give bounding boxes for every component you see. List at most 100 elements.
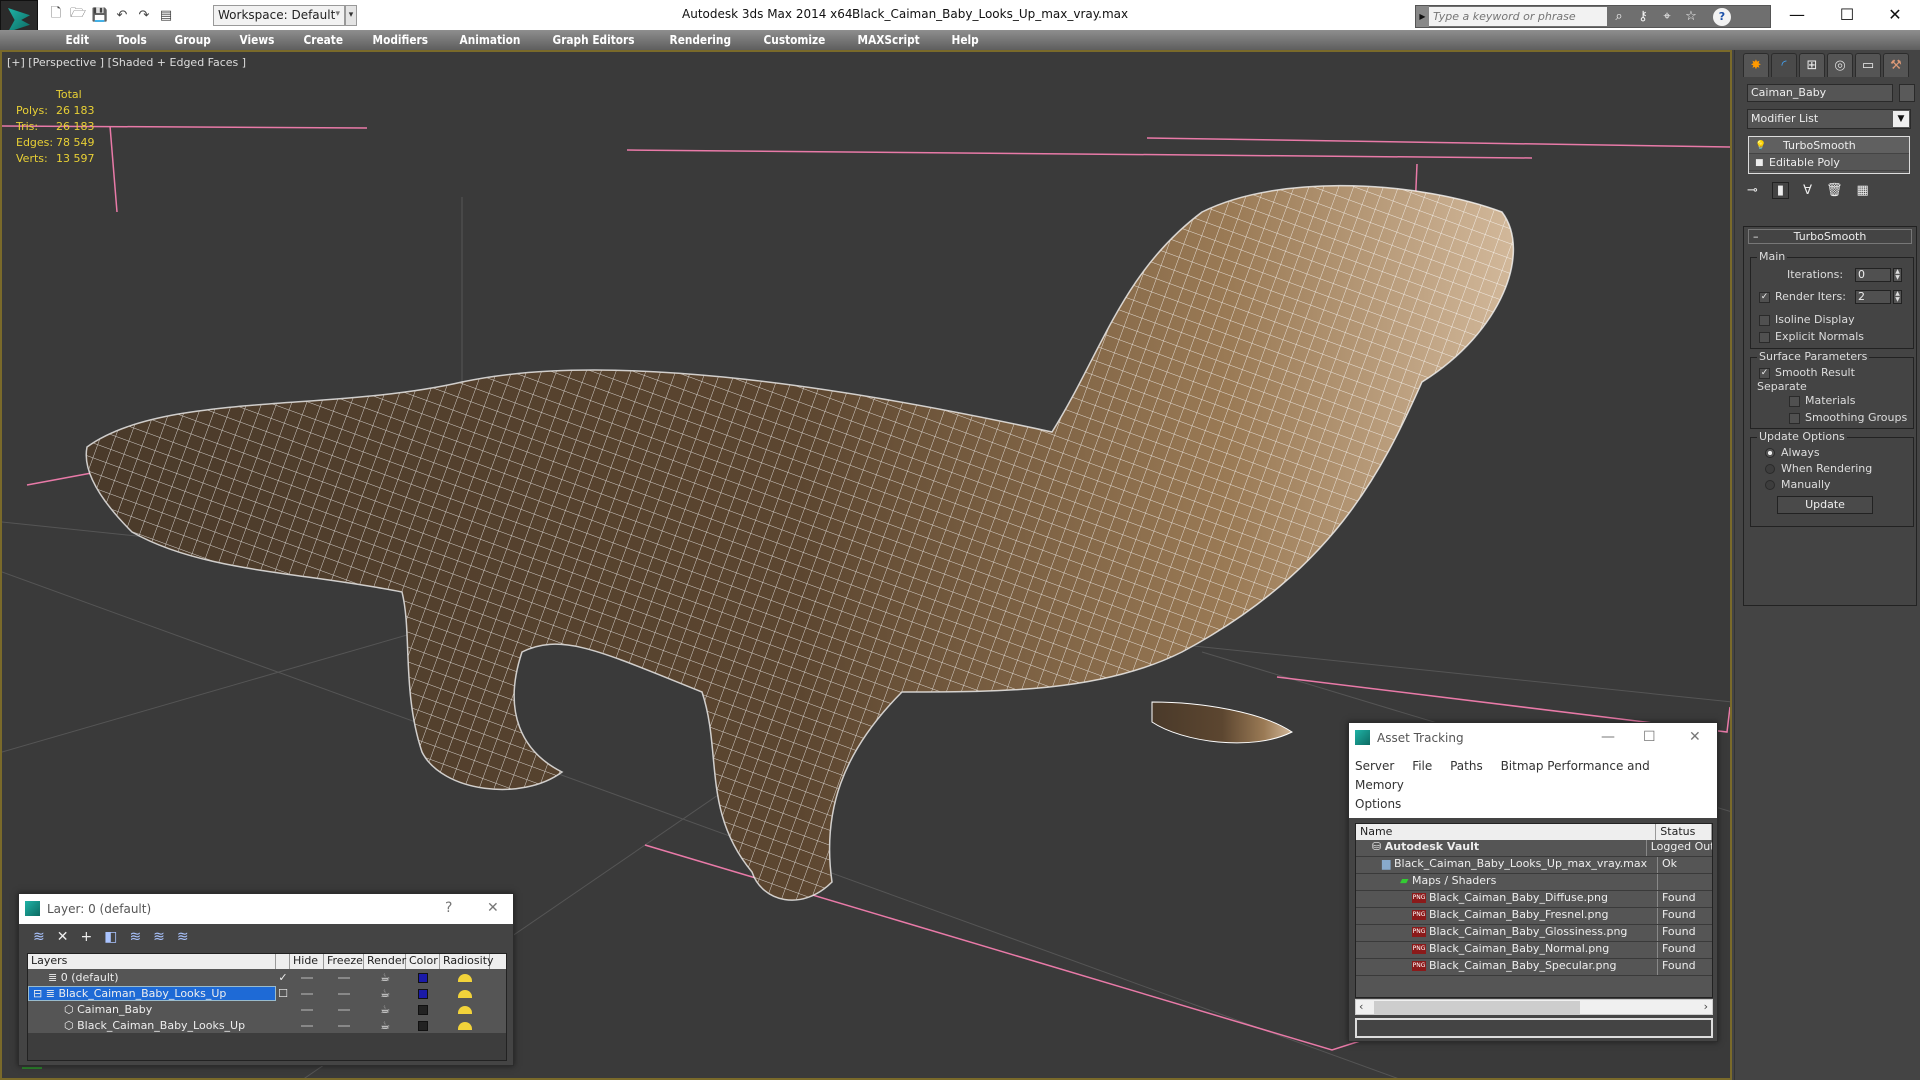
materials-checkbox[interactable] — [1789, 395, 1800, 407]
menu-customize[interactable]: Customize — [753, 30, 836, 50]
stack-item-turbosmooth[interactable]: 💡 TurboSmooth — [1749, 137, 1909, 154]
project-folder-icon[interactable]: ▤ — [158, 7, 174, 23]
modify-tab[interactable]: ◜ — [1771, 53, 1797, 77]
menu-bitmap-performance[interactable]: Bitmap Performance and Memory — [1355, 759, 1650, 792]
expand-icon[interactable]: ▶ — [1416, 6, 1429, 27]
rollout-header[interactable]: – TurboSmooth — [1748, 229, 1912, 244]
motion-tab[interactable]: ◎ — [1827, 53, 1853, 77]
configure-sets-icon[interactable]: ▦ — [1856, 183, 1868, 198]
menu-rendering[interactable]: Rendering — [659, 30, 742, 50]
manually-radio[interactable] — [1765, 480, 1775, 490]
satellite-icon[interactable]: ⌖ — [1655, 9, 1679, 24]
select-objects-icon[interactable]: ◧ — [104, 929, 117, 945]
radiosity-icon[interactable] — [458, 973, 472, 982]
render-teapot-icon[interactable]: ☕ — [364, 987, 406, 1000]
smoothing-groups-checkbox[interactable] — [1789, 412, 1800, 424]
render-iters-checkbox[interactable]: ✓ — [1759, 291, 1770, 303]
show-end-result-icon[interactable]: ▮ — [1771, 182, 1790, 199]
iterations-spinner[interactable]: 0 — [1855, 268, 1891, 282]
active-layer-check[interactable]: ✓ — [276, 971, 290, 984]
highlight-layer-icon[interactable]: ≋ — [153, 929, 165, 945]
menu-file[interactable]: File — [1412, 759, 1432, 773]
collapse-icon[interactable]: ⊟ — [33, 987, 46, 1000]
select-layer-icon[interactable]: ≋ — [129, 929, 141, 945]
object-color-swatch[interactable] — [1899, 84, 1915, 102]
menu-options[interactable]: Options — [1355, 797, 1401, 811]
expand-plus-icon[interactable]: ■ — [1755, 155, 1764, 172]
object-name-field[interactable]: Caiman_Baby — [1747, 84, 1893, 102]
menu-paths[interactable]: Paths — [1450, 759, 1483, 773]
always-radio[interactable] — [1765, 448, 1775, 458]
layer-row[interactable]: ⬡ Black_Caiman_Baby_Looks_Up ☕ — [28, 1017, 506, 1033]
help-icon[interactable]: ? — [1713, 7, 1731, 26]
horizontal-scrollbar[interactable]: ‹ › — [1355, 999, 1713, 1015]
menu-create[interactable]: Create — [293, 30, 354, 50]
hide-toggle[interactable] — [301, 976, 313, 979]
active-layer-box[interactable]: ☐ — [276, 987, 290, 1000]
spinner-arrows-icon[interactable]: ▲ ▼ — [1893, 290, 1902, 304]
isoline-checkbox[interactable] — [1759, 314, 1770, 326]
scroll-left-icon[interactable]: ‹ — [1359, 1000, 1363, 1014]
stack-item-editable-poly[interactable]: ■ Editable Poly — [1749, 154, 1909, 171]
search-input[interactable] — [1429, 7, 1607, 26]
radiosity-icon[interactable] — [458, 1005, 472, 1014]
render-iters-spinner[interactable]: 2 — [1855, 290, 1891, 304]
radiosity-icon[interactable] — [458, 989, 472, 998]
create-tab[interactable]: ✸ — [1743, 53, 1769, 77]
menu-graph-editors[interactable]: Graph Editors — [542, 30, 645, 50]
star-icon[interactable]: ☆ — [1679, 9, 1703, 24]
freeze-toggle[interactable] — [338, 1024, 350, 1027]
close-button[interactable]: ✕ — [1872, 4, 1918, 26]
freeze-toggle[interactable] — [338, 992, 350, 995]
maximize-button[interactable]: ☐ — [1824, 4, 1870, 26]
menu-views[interactable]: Views — [229, 30, 285, 50]
layer-color-swatch[interactable] — [418, 988, 428, 999]
pin-stack-icon[interactable]: ⊸ — [1747, 183, 1758, 198]
remove-modifier-icon[interactable]: 🗑 — [1826, 183, 1843, 198]
maximize-button[interactable]: ☐ — [1643, 729, 1656, 745]
binoculars-icon[interactable]: ⌕ — [1607, 9, 1631, 24]
hide-toggle[interactable] — [301, 1024, 313, 1027]
menu-group[interactable]: Group — [164, 30, 221, 50]
dialog-title-bar[interactable]: Layer: 0 (default) ? ✕ — [19, 894, 513, 924]
make-unique-icon[interactable]: ∀ — [1803, 183, 1812, 198]
close-button[interactable]: ✕ — [487, 900, 499, 916]
hide-freeze-all-icon[interactable]: ≋ — [177, 929, 189, 945]
scroll-right-icon[interactable]: › — [1704, 1000, 1708, 1014]
asset-path-field[interactable] — [1355, 1018, 1713, 1038]
menu-maxscript[interactable]: MAXScript — [847, 30, 930, 50]
workspace-menu-button[interactable]: ▾ — [345, 5, 357, 26]
viewport-label[interactable]: [+] [Perspective ] [Shaded + Edged Faces… — [7, 56, 246, 69]
open-icon[interactable]: 🗁 — [70, 6, 86, 23]
hide-toggle[interactable] — [301, 1008, 313, 1011]
update-button[interactable]: Update — [1777, 496, 1873, 514]
layer-color-swatch[interactable] — [418, 1004, 428, 1015]
menu-tools[interactable]: Tools — [106, 30, 157, 50]
add-to-layer-icon[interactable]: + — [80, 929, 92, 945]
smooth-result-checkbox[interactable]: ✓ — [1759, 367, 1770, 379]
close-button[interactable]: ✕ — [1689, 729, 1701, 745]
new-layer-icon[interactable]: ≋ — [33, 929, 45, 945]
layer-color-swatch[interactable] — [418, 972, 428, 983]
utilities-tab[interactable]: ⚒ — [1883, 53, 1909, 77]
spinner-arrows-icon[interactable]: ▲ ▼ — [1893, 268, 1902, 282]
display-tab[interactable]: ▭ — [1855, 53, 1881, 77]
minimize-button[interactable]: — — [1774, 4, 1820, 26]
asset-row[interactable]: ▆ Black_Caiman_Baby_Looks_Up_max_vray.ma… — [1356, 857, 1712, 874]
asset-row[interactable]: PNG Black_Caiman_Baby_Fresnel.png Found — [1356, 908, 1712, 925]
help-button[interactable]: ? — [445, 900, 452, 916]
save-icon[interactable]: 💾 — [92, 7, 108, 23]
asset-row[interactable]: PNG Black_Caiman_Baby_Normal.png Found — [1356, 942, 1712, 959]
asset-row[interactable]: PNG Black_Caiman_Baby_Glossiness.png Foun… — [1356, 925, 1712, 942]
render-teapot-icon[interactable]: ☕ — [364, 1019, 406, 1032]
scrollbar-thumb[interactable] — [1374, 1001, 1580, 1014]
layer-row[interactable]: ⊟ ≣ Black_Caiman_Baby_Looks_Up ☐ ☕ — [28, 985, 506, 1001]
new-icon[interactable]: 🗋 — [48, 6, 64, 23]
menu-help[interactable]: Help — [941, 30, 989, 50]
menu-server[interactable]: Server — [1355, 759, 1394, 773]
asset-row[interactable]: PNG Black_Caiman_Baby_Specular.png Found — [1356, 959, 1712, 976]
menu-modifiers[interactable]: Modifiers — [362, 30, 439, 50]
menu-animation[interactable]: Animation — [449, 30, 531, 50]
layer-color-swatch[interactable] — [418, 1020, 428, 1031]
key-icon[interactable]: ⚷ — [1631, 9, 1655, 24]
